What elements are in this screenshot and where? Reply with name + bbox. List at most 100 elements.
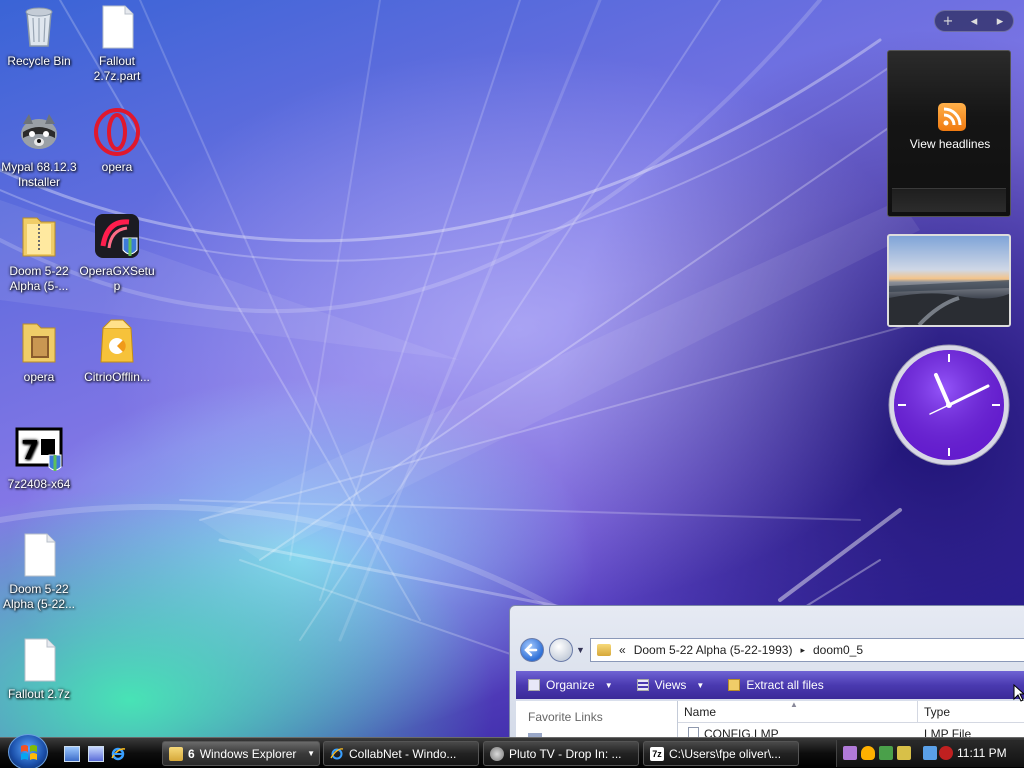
column-header-type[interactable]: Type — [924, 705, 950, 719]
extract-zip-icon — [728, 679, 741, 691]
icon-label: CitrioOfflin... — [84, 370, 150, 384]
taskbar-group-count: 6 — [188, 746, 195, 761]
extract-label: Extract all files — [746, 678, 824, 692]
7zip-icon: 7z — [650, 746, 664, 761]
slideshow-photo — [889, 280, 1009, 325]
views-icon — [636, 679, 649, 691]
desktop-icon-fallout-7z[interactable]: Fallout 2.7z — [0, 635, 78, 702]
desktop-icon-operagx-setup[interactable]: OperaGXSetup — [78, 212, 156, 294]
column-headers: Name ▲ Type — [678, 700, 1024, 723]
icon-label: opera — [101, 160, 133, 174]
document-icon — [15, 635, 63, 683]
address-bar[interactable]: « Doom 5-22 Alpha (5-22-1993) ▸ doom0_5 — [590, 638, 1024, 662]
next-page-button[interactable]: ▸ — [989, 14, 1011, 29]
breadcrumb-item-doom-alpha[interactable]: Doom 5-22 Alpha (5-22-1993) — [634, 643, 793, 657]
desktop-icon-doom-zip-folder[interactable]: Doom 5-22 Alpha (5-... — [0, 212, 78, 294]
rss-feed-icon — [938, 103, 966, 131]
desktop-icon-mypal-installer[interactable]: Mypal 68.12.3 Installer — [0, 108, 78, 190]
7zip-installer-icon: 7 — [15, 425, 63, 473]
address-row: ▼ « Doom 5-22 Alpha (5-22-1993) ▸ doom0_… — [510, 634, 1024, 666]
explorer-window[interactable]: ▼ « Doom 5-22 Alpha (5-22-1993) ▸ doom0_… — [509, 605, 1024, 745]
chevron-down-icon[interactable]: ▼ — [307, 749, 315, 758]
icon-label: 7z2408-x64 — [7, 477, 71, 491]
back-button[interactable] — [520, 638, 544, 662]
favorite-links-heading: Favorite Links — [528, 710, 603, 724]
mypal-icon — [490, 746, 504, 761]
icon-label: Fallout 2.7z — [7, 687, 71, 701]
breadcrumb-item-doom0-5[interactable]: doom0_5 — [813, 643, 863, 657]
taskbar-button-label: C:\Users\fpe oliver\... — [669, 746, 782, 761]
sort-indicator-icon: ▲ — [790, 700, 798, 709]
folder-icon — [597, 644, 611, 656]
organize-icon — [528, 679, 540, 691]
desktop-icon-doom-file[interactable]: Doom 5-22 Alpha (5-22... — [0, 530, 78, 612]
taskbar-button-label: Pluto TV - Drop In: ... — [509, 746, 622, 761]
folder-icon — [15, 318, 63, 366]
document-icon — [93, 2, 141, 50]
volume-muted-icon[interactable] — [939, 746, 953, 760]
extract-all-files-button[interactable]: Extract all files — [716, 671, 835, 699]
history-dropdown-icon[interactable]: ▼ — [576, 645, 585, 655]
recycle-bin-icon — [15, 2, 63, 50]
desktop-icon-7zip-installer[interactable]: 7 7z2408-x64 — [0, 425, 78, 492]
taskbar-button-collabnet[interactable]: CollabNet - Windo... — [323, 741, 479, 766]
document-icon — [15, 530, 63, 578]
icon-label: Doom 5-22 Alpha (5-22... — [2, 582, 76, 611]
start-button[interactable] — [8, 734, 48, 768]
clock-gadget[interactable] — [886, 342, 1012, 468]
show-desktop-icon[interactable] — [64, 746, 80, 762]
windows-logo-icon — [21, 745, 37, 760]
tray-app-icon[interactable] — [843, 746, 857, 760]
organize-button[interactable]: Organize ▼ — [516, 671, 625, 699]
citrio-installer-icon — [93, 318, 141, 366]
internet-explorer-icon[interactable] — [110, 746, 126, 762]
taskbar-button-label: CollabNet - Windo... — [349, 746, 457, 761]
desktop-icon-recycle-bin[interactable]: Recycle Bin — [0, 2, 78, 69]
views-label: Views — [654, 678, 687, 692]
tray-app-icon-2[interactable] — [897, 746, 911, 760]
icon-label: Fallout 2.7z.part — [93, 54, 141, 83]
back-arrow-icon — [524, 643, 538, 657]
explorer-toolbar: Organize ▼ Views ▼ Extract all files — [516, 671, 1024, 699]
taskbar-clock[interactable]: 11:11 PM — [957, 746, 1007, 760]
icon-label: Mypal 68.12.3 Installer — [1, 160, 77, 189]
views-button[interactable]: Views ▼ — [625, 671, 717, 699]
add-gadget-button[interactable]: + — [937, 14, 959, 29]
chevron-down-icon: ▼ — [696, 680, 705, 690]
switch-windows-icon[interactable] — [88, 746, 104, 762]
forward-button[interactable] — [549, 638, 573, 662]
icon-label: OperaGXSetup — [79, 264, 155, 293]
desktop-icon-opera[interactable]: opera — [78, 108, 156, 175]
zip-folder-icon — [15, 212, 63, 260]
chevron-down-icon: ▼ — [604, 680, 613, 690]
icon-label: Doom 5-22 Alpha (5-... — [9, 264, 69, 293]
taskbar-button-pluto-tv[interactable]: Pluto TV - Drop In: ... — [483, 741, 639, 766]
raccoon-installer-icon — [15, 108, 63, 156]
desktop-icon-opera-folder[interactable]: opera — [0, 318, 78, 385]
notification-area: 11:11 PM — [836, 740, 1024, 767]
desktop-icon-fallout-part[interactable]: Fallout 2.7z.part — [78, 2, 156, 84]
network-icon[interactable] — [923, 746, 937, 760]
defender-check-icon[interactable] — [879, 746, 893, 760]
feed-headlines-gadget[interactable]: View headlines — [887, 50, 1011, 217]
slideshow-gadget[interactable] — [887, 234, 1011, 327]
view-headlines-link[interactable]: View headlines — [888, 137, 1012, 151]
opera-gx-setup-icon — [93, 212, 141, 260]
desktop-icon-citrio-offline[interactable]: CitrioOfflin... — [78, 318, 156, 385]
previous-page-button[interactable]: ◂ — [963, 14, 985, 29]
taskbar: 6 Windows Explorer ▼ CollabNet - Windo..… — [0, 734, 1024, 768]
organize-label: Organize — [546, 678, 595, 692]
opera-icon — [93, 108, 141, 156]
sidebar-controls: + ◂ ▸ — [934, 10, 1014, 32]
feed-gadget-footer — [892, 188, 1006, 212]
column-divider[interactable] — [917, 701, 918, 723]
mouse-cursor-icon — [1013, 684, 1024, 702]
taskbar-button-windows-explorer[interactable]: 6 Windows Explorer ▼ — [162, 741, 320, 766]
column-header-name[interactable]: Name — [684, 705, 716, 719]
taskbar-button-7zip[interactable]: 7z C:\Users\fpe oliver\... — [643, 741, 799, 766]
breadcrumb-overflow[interactable]: « — [619, 643, 626, 657]
icon-label: Recycle Bin — [7, 54, 71, 68]
security-shield-icon[interactable] — [861, 746, 875, 760]
icon-label: opera — [23, 370, 55, 384]
breadcrumb-separator[interactable]: ▸ — [800, 645, 805, 656]
